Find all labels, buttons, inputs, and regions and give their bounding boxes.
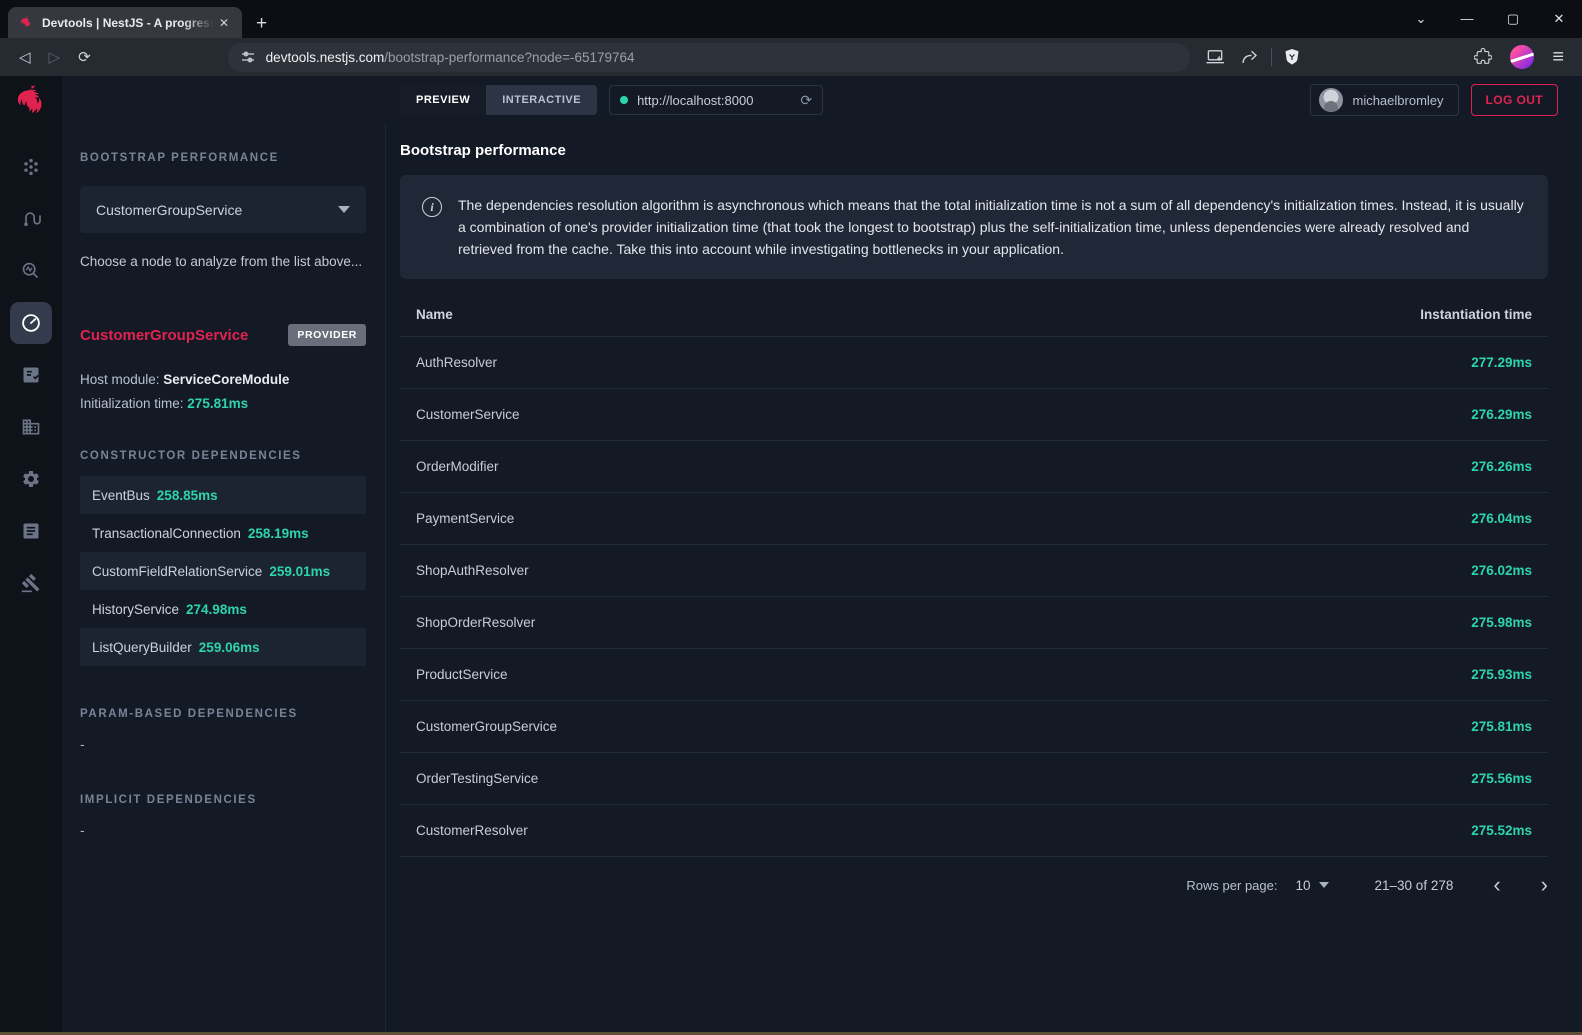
table-row[interactable]: ShopOrderResolver275.98ms <box>400 597 1548 649</box>
logout-button[interactable]: LOG OUT <box>1471 84 1558 116</box>
target-url-input[interactable] <box>637 93 777 108</box>
target-reload-icon[interactable]: ⟳ <box>800 92 812 109</box>
nav-routes-icon[interactable] <box>10 198 52 240</box>
new-tab-button[interactable]: + <box>256 14 267 33</box>
user-avatar <box>1319 88 1343 112</box>
performance-table: Name Instantiation time AuthResolver277.… <box>400 293 1548 857</box>
info-text: The dependencies resolution algorithm is… <box>458 194 1526 260</box>
extensions-icon[interactable] <box>1474 48 1492 66</box>
nav-logs-icon[interactable] <box>10 510 52 552</box>
param-deps-empty: - <box>80 736 366 752</box>
tab-title: Devtools | NestJS - A progressive <box>42 16 214 30</box>
list-item: CustomFieldRelationService259.01ms <box>80 552 366 590</box>
address-bar[interactable]: devtools.nestjs.com/bootstrap-performanc… <box>228 43 1190 72</box>
nav-performance-icon[interactable] <box>10 302 52 344</box>
list-item: HistoryService274.98ms <box>80 590 366 628</box>
brave-shield-icon[interactable] <box>1284 48 1300 66</box>
list-item: ListQueryBuilder259.06ms <box>80 628 366 666</box>
init-time-value: 275.81ms <box>187 396 248 411</box>
forward-icon: ▷ <box>49 48 61 66</box>
table-row[interactable]: AuthResolver277.29ms <box>400 337 1548 389</box>
username: michaelbromley <box>1352 93 1443 108</box>
chevron-down-icon <box>1319 882 1329 888</box>
nav-tools-icon[interactable] <box>10 562 52 604</box>
nav-modules-icon[interactable] <box>10 406 52 448</box>
nestjs-logo <box>10 82 52 124</box>
constructor-deps-list: EventBus258.85ms TransactionalConnection… <box>80 476 366 666</box>
back-icon[interactable]: ◁ <box>19 48 31 66</box>
main-content: Bootstrap performance i The dependencies… <box>386 124 1582 1032</box>
browser-profile-avatar[interactable] <box>1510 45 1534 69</box>
url-text[interactable]: devtools.nestjs.com/bootstrap-performanc… <box>266 50 635 65</box>
analysis-panel: BOOTSTRAP PERFORMANCE CustomerGroupServi… <box>62 124 386 1032</box>
table-row[interactable]: CustomerResolver275.52ms <box>400 805 1548 857</box>
host-module-value: ServiceCoreModule <box>163 372 289 387</box>
window-dropdown-icon[interactable]: ⌄ <box>1398 0 1444 38</box>
info-box: i The dependencies resolution algorithm … <box>400 175 1548 279</box>
devtools-app: PREVIEW INTERACTIVE ⟳ michaelbromley LOG… <box>0 76 1582 1032</box>
table-row[interactable]: PaymentService276.04ms <box>400 493 1548 545</box>
maximize-button[interactable]: ▢ <box>1490 0 1536 38</box>
reload-icon[interactable]: ⟳ <box>78 48 91 66</box>
implicit-deps-empty: - <box>80 822 366 838</box>
panel-hint: Choose a node to analyze from the list a… <box>80 251 366 272</box>
page-range: 21–30 of 278 <box>1375 878 1454 893</box>
selected-node-name: CustomerGroupService <box>80 327 248 344</box>
table-row[interactable]: ShopAuthResolver276.02ms <box>400 545 1548 597</box>
browser-navbar: ◁ ▷ ⟳ devtools.nestjs.com/bootstrap-perf… <box>0 38 1582 76</box>
share-icon[interactable] <box>1241 49 1259 65</box>
browser-tab[interactable]: Devtools | NestJS - A progressive ✕ <box>8 7 242 38</box>
host-module-line: Host module: ServiceCoreModule <box>80 368 366 392</box>
col-instantiation-time: Instantiation time <box>1420 307 1532 322</box>
minimize-button[interactable]: — <box>1444 0 1490 38</box>
table-row[interactable]: CustomerGroupService275.81ms <box>400 701 1548 753</box>
col-name: Name <box>416 307 1420 322</box>
pagination: Rows per page: 10 21–30 of 278 ‹ › <box>400 857 1548 913</box>
node-select-value: CustomerGroupService <box>96 202 242 218</box>
table-row[interactable]: OrderTestingService275.56ms <box>400 753 1548 805</box>
table-row[interactable]: ProductService275.93ms <box>400 649 1548 701</box>
chevron-down-icon <box>338 206 350 213</box>
nav-audit-icon[interactable] <box>10 354 52 396</box>
send-to-device-icon[interactable] <box>1206 49 1225 65</box>
nav-settings-icon[interactable] <box>10 458 52 500</box>
user-chip[interactable]: michaelbromley <box>1310 84 1458 116</box>
mode-toggle: PREVIEW INTERACTIVE <box>400 85 597 115</box>
param-deps-title: PARAM-BASED DEPENDENCIES <box>80 708 366 720</box>
nestjs-favicon-icon <box>18 15 34 31</box>
close-button[interactable]: ✕ <box>1536 0 1582 38</box>
preview-button[interactable]: PREVIEW <box>400 85 486 115</box>
rows-per-page-select[interactable]: 10 <box>1295 878 1328 893</box>
implicit-deps-title: IMPLICIT DEPENDENCIES <box>80 794 366 806</box>
interactive-button[interactable]: INTERACTIVE <box>486 85 597 115</box>
target-url-box: ⟳ <box>609 85 823 115</box>
table-row[interactable]: CustomerService276.29ms <box>400 389 1548 441</box>
page-title: Bootstrap performance <box>400 142 1548 159</box>
icon-rail <box>0 76 62 1032</box>
info-icon: i <box>422 197 442 217</box>
provider-badge: PROVIDER <box>288 324 366 346</box>
previous-page-button[interactable]: ‹ <box>1493 874 1500 896</box>
init-time-line: Initialization time: 275.81ms <box>80 392 366 416</box>
table-header: Name Instantiation time <box>400 293 1548 337</box>
next-page-button[interactable]: › <box>1541 874 1548 896</box>
nav-insights-icon[interactable] <box>10 250 52 292</box>
browser-menu-icon[interactable]: ≡ <box>1552 46 1564 69</box>
node-select[interactable]: CustomerGroupService <box>80 186 366 233</box>
list-item: TransactionalConnection258.19ms <box>80 514 366 552</box>
app-header: PREVIEW INTERACTIVE ⟳ michaelbromley LOG… <box>62 76 1582 124</box>
connection-status-dot <box>620 96 628 104</box>
toolbar-divider <box>1271 48 1272 66</box>
list-item: EventBus258.85ms <box>80 476 366 514</box>
browser-window: Devtools | NestJS - A progressive ✕ + ⌄ … <box>0 0 1582 1035</box>
nav-graph-icon[interactable] <box>10 146 52 188</box>
browser-titlebar: Devtools | NestJS - A progressive ✕ + ⌄ … <box>0 0 1582 38</box>
constructor-deps-title: CONSTRUCTOR DEPENDENCIES <box>80 450 366 462</box>
table-row[interactable]: OrderModifier276.26ms <box>400 441 1548 493</box>
tab-close-icon[interactable]: ✕ <box>214 14 234 32</box>
rows-per-page-label: Rows per page: <box>1186 878 1277 893</box>
tune-icon[interactable] <box>240 49 256 65</box>
panel-title: BOOTSTRAP PERFORMANCE <box>80 152 366 164</box>
